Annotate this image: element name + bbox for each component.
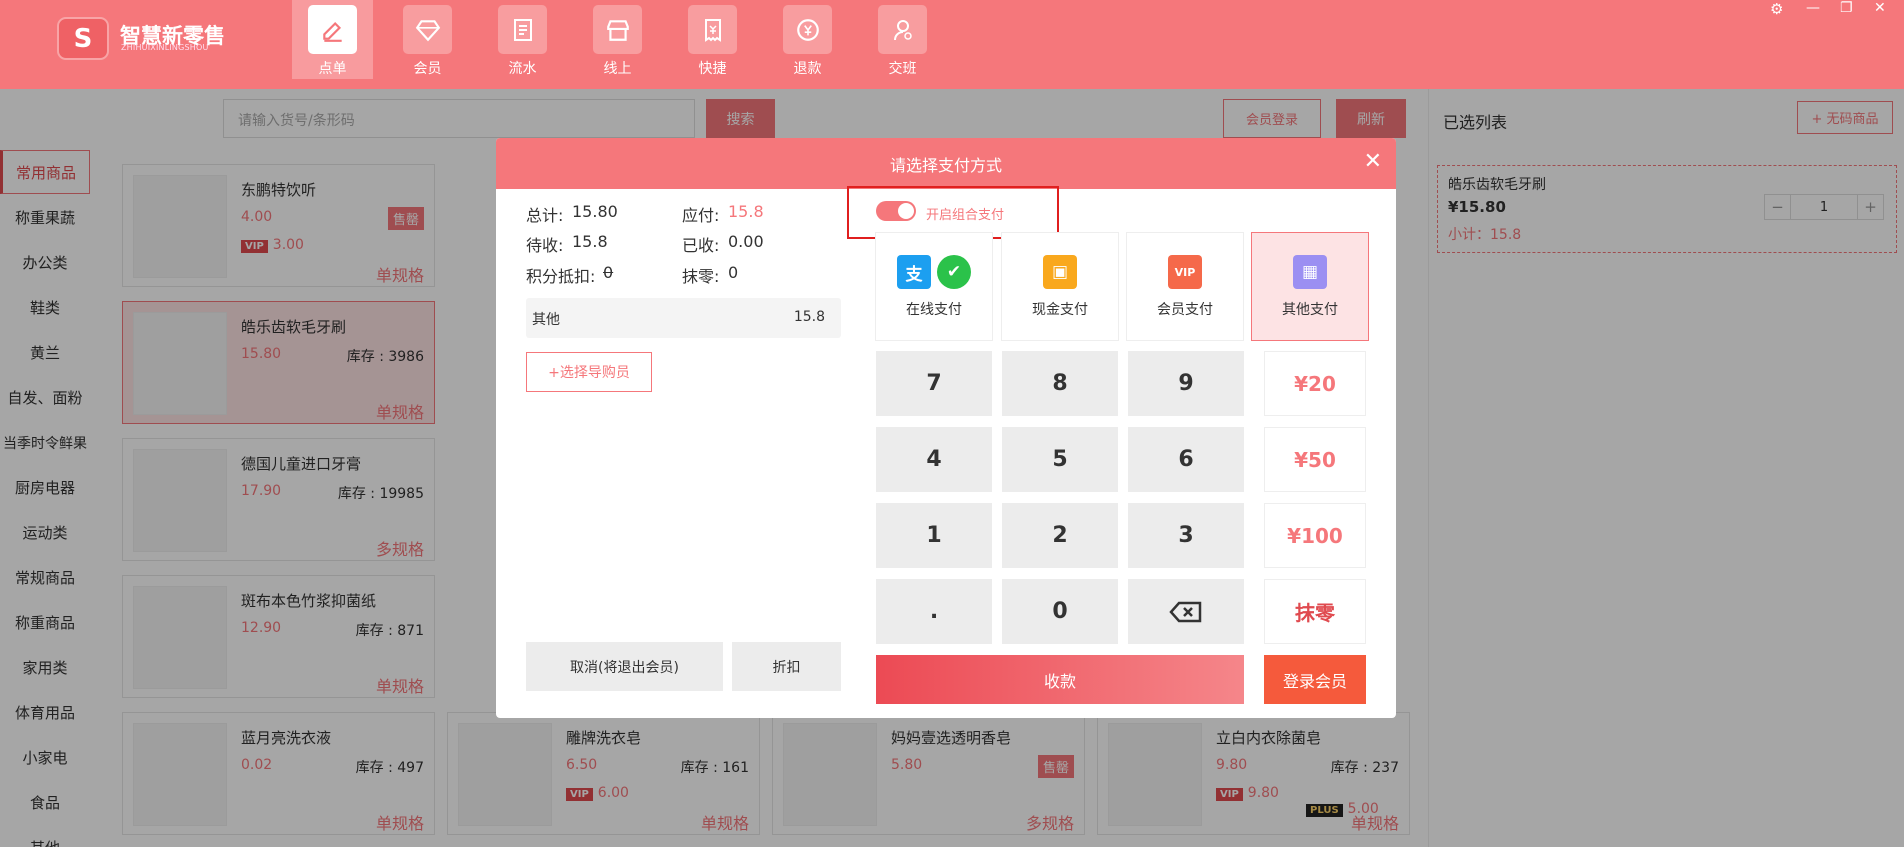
backspace-icon[interactable] <box>1128 579 1244 644</box>
received-value: 0.00 <box>728 232 764 251</box>
app-name-sub: ZHIHUIXINLINGSHOU <box>121 43 209 52</box>
pay-label: 在线支付 <box>906 302 962 318</box>
pay-label: 会员支付 <box>1157 302 1213 318</box>
pending-label: 待收: <box>526 236 564 255</box>
quick-20-button[interactable]: ¥20 <box>1264 351 1366 416</box>
nav-label: 快捷 <box>698 61 727 77</box>
wechat-pay-icon: ✔ <box>937 255 971 289</box>
other-payment-row: 其他 15.8 <box>526 298 841 338</box>
nav-label: 交班 <box>888 61 917 77</box>
diamond-icon <box>403 5 452 54</box>
points-label: 积分抵扣: <box>526 267 596 286</box>
document-icon <box>498 5 547 54</box>
other-payment-value: 15.8 <box>793 309 825 325</box>
nav-label: 会员 <box>413 61 442 77</box>
settings-icon[interactable]: ⚙ <box>1770 0 1783 18</box>
receipt-icon <box>688 5 737 54</box>
pay-member[interactable]: VIP 会员支付 <box>1126 232 1244 341</box>
due-label: 应付: <box>682 206 720 225</box>
key-3[interactable]: 3 <box>1128 503 1244 568</box>
store-icon <box>593 5 642 54</box>
pending-value: 15.8 <box>572 232 608 251</box>
nav-refund[interactable]: 退款 <box>767 0 848 79</box>
nav-label: 点单 <box>318 61 347 77</box>
edit-icon <box>308 5 357 54</box>
key-4[interactable]: 4 <box>876 427 992 492</box>
pay-online[interactable]: 支 ✔ 在线支付 <box>875 232 993 341</box>
logo-mark: S <box>73 23 93 54</box>
close-icon[interactable]: ✕ <box>1364 150 1382 174</box>
nav-shift[interactable]: 交班 <box>862 0 943 79</box>
combo-pay-label: 开启组合支付 <box>926 208 1005 223</box>
nav-online[interactable]: 线上 <box>577 0 658 79</box>
app-logo: S <box>57 17 109 60</box>
quick-50-button[interactable]: ¥50 <box>1264 427 1366 492</box>
quick-100-button[interactable]: ¥100 <box>1264 503 1366 568</box>
top-bar: S 智慧新零售 ZHIHUIXINLINGSHOU 点单 会员 流水 线上 快捷… <box>0 0 1904 89</box>
wallet-icon: ▣ <box>1043 255 1077 289</box>
collect-button[interactable]: 收款 <box>876 655 1244 704</box>
rounding-label: 抹零: <box>682 267 720 286</box>
user-icon <box>878 5 927 54</box>
restore-icon[interactable]: ❐ <box>1840 0 1853 16</box>
key-dot[interactable]: . <box>876 579 992 644</box>
nav-label: 流水 <box>508 61 537 77</box>
nav-label: 退款 <box>793 61 822 77</box>
vip-icon: VIP <box>1168 255 1202 289</box>
nav-quick[interactable]: 快捷 <box>672 0 753 79</box>
round-off-button[interactable]: 抹零 <box>1264 579 1366 644</box>
points-value: 0 <box>603 263 614 282</box>
nav-flow[interactable]: 流水 <box>482 0 563 79</box>
pay-label: 现金支付 <box>1032 302 1088 318</box>
total-value: 15.80 <box>572 202 618 221</box>
key-6[interactable]: 6 <box>1128 427 1244 492</box>
other-payment-label: 其他 <box>532 312 560 328</box>
modal-title: 请选择支付方式 <box>889 155 1002 175</box>
modal-header: 请选择支付方式 ✕ <box>496 138 1396 189</box>
cancel-button[interactable]: 取消(将退出会员) <box>526 642 723 691</box>
alipay-icon: 支 <box>897 255 931 289</box>
online-pay-icons: 支 ✔ <box>897 255 971 289</box>
grid-icon: ▦ <box>1293 255 1327 289</box>
discount-button[interactable]: 折扣 <box>732 642 841 691</box>
key-7[interactable]: 7 <box>876 351 992 416</box>
key-2[interactable]: 2 <box>1002 503 1118 568</box>
key-1[interactable]: 1 <box>876 503 992 568</box>
minimize-icon[interactable]: — <box>1806 0 1820 16</box>
key-0[interactable]: 0 <box>1002 579 1118 644</box>
key-5[interactable]: 5 <box>1002 427 1118 492</box>
nav-member[interactable]: 会员 <box>387 0 468 79</box>
rounding-value: 0 <box>728 263 739 282</box>
close-window-icon[interactable]: ✕ <box>1874 0 1886 16</box>
received-label: 已收: <box>682 236 720 255</box>
login-member-button[interactable]: 登录会员 <box>1264 655 1366 704</box>
due-value: 15.8 <box>728 202 764 221</box>
pay-label: 其他支付 <box>1282 302 1338 318</box>
key-8[interactable]: 8 <box>1002 351 1118 416</box>
combo-pay-toggle[interactable] <box>876 201 916 221</box>
key-9[interactable]: 9 <box>1128 351 1244 416</box>
payment-modal: 请选择支付方式 ✕ 总计: 15.80 应付: 15.8 待收: 15.8 已收… <box>496 138 1396 718</box>
total-label: 总计: <box>526 206 564 225</box>
nav-order[interactable]: 点单 <box>292 0 373 79</box>
nav-label: 线上 <box>603 61 632 77</box>
pay-other[interactable]: ▦ 其他支付 <box>1251 232 1369 341</box>
refund-icon <box>783 5 832 54</box>
pay-cash[interactable]: ▣ 现金支付 <box>1001 232 1119 341</box>
select-guide-button[interactable]: +选择导购员 <box>526 352 652 392</box>
